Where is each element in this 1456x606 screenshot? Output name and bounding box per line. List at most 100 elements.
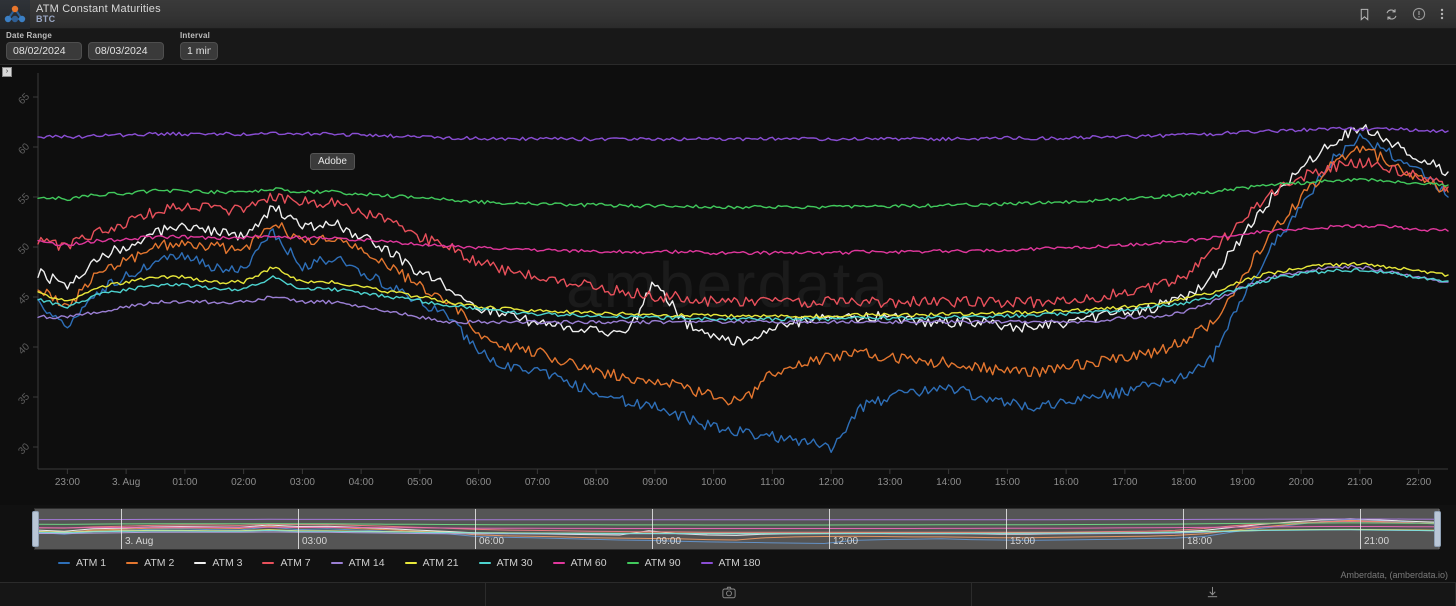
navigator-gridline [829, 509, 830, 549]
legend-item-atm-3[interactable]: ATM 3 [194, 557, 242, 569]
svg-text:65: 65 [16, 91, 32, 107]
header-title-block: ATM Constant Maturities BTC [36, 3, 161, 25]
interval-input[interactable] [180, 42, 218, 60]
navigator-tick-label: 21:00 [1364, 536, 1390, 547]
svg-text:17:00: 17:00 [1112, 477, 1137, 488]
app-header: ATM Constant Maturities BTC [0, 0, 1456, 29]
svg-text:01:00: 01:00 [172, 477, 197, 488]
legend-label: ATM 60 [570, 557, 607, 569]
legend-swatch-icon [126, 562, 139, 564]
chart-navigator[interactable]: 3. Aug 03:00 06:00 09:00 12:00 15:00 18:00 21:0… [32, 508, 1441, 550]
date-inputs-row [6, 42, 164, 60]
navigator-tick-label: 12:00 [833, 536, 859, 547]
svg-text:45: 45 [16, 291, 32, 307]
legend-swatch-icon [404, 562, 417, 564]
chart-plot[interactable]: 65 60 55 50 45 40 35 30 23:00 3. Aug 01:00 02:00 03:… [0, 65, 1456, 505]
screenshot-button[interactable] [486, 583, 972, 606]
legend-label: ATM 7 [280, 557, 311, 569]
navigator-gridline [652, 509, 653, 549]
download-icon [1206, 586, 1219, 604]
info-icon[interactable] [1412, 7, 1426, 21]
navigator-tick-label: 3. Aug [125, 536, 154, 547]
svg-text:35: 35 [16, 391, 32, 407]
navigator-selection-mask[interactable] [35, 509, 1440, 549]
svg-text:04:00: 04:00 [349, 477, 374, 488]
navigator-gridline [121, 509, 122, 549]
svg-text:07:00: 07:00 [525, 477, 550, 488]
navigator-tick-label: 18:00 [1187, 536, 1213, 547]
navigator-gridline [1360, 509, 1361, 549]
svg-text:05:00: 05:00 [407, 477, 432, 488]
refresh-icon[interactable] [1385, 8, 1398, 21]
kebab-menu-icon[interactable] [1440, 7, 1444, 21]
amberdata-molecule-logo [0, 0, 30, 29]
svg-text:18:00: 18:00 [1171, 477, 1196, 488]
legend-label: ATM 90 [644, 557, 681, 569]
svg-text:55: 55 [16, 191, 32, 207]
controls-bar: Date Range Interval [0, 29, 1456, 65]
svg-text:20:00: 20:00 [1289, 477, 1314, 488]
date-range-label: Date Range [6, 31, 53, 40]
legend-item-atm-2[interactable]: ATM 2 [126, 557, 174, 569]
chart-container: › amberdata 65 60 55 50 45 40 35 30 23:00 3. Aug 0… [0, 65, 1456, 505]
legend-label: ATM 21 [422, 557, 459, 569]
svg-text:15:00: 15:00 [995, 477, 1020, 488]
svg-text:50: 50 [16, 241, 32, 257]
svg-text:12:00: 12:00 [819, 477, 844, 488]
legend-label: ATM 180 [718, 557, 761, 569]
series-tooltip-badge[interactable]: Adobe [310, 153, 355, 170]
legend-swatch-icon [330, 562, 343, 564]
navigator-tick-label: 09:00 [656, 536, 682, 547]
chart-credit: Amberdata, (amberdata.io) [1340, 570, 1448, 580]
navigator-gridline [1006, 509, 1007, 549]
navigator-gridline [1183, 509, 1184, 549]
date-range-group: Date Range [6, 31, 164, 60]
legend-label: ATM 14 [348, 557, 385, 569]
navigator-gridline [475, 509, 476, 549]
svg-text:23:00: 23:00 [55, 477, 80, 488]
svg-text:21:00: 21:00 [1347, 477, 1372, 488]
navigator-handle-left[interactable] [32, 511, 39, 547]
download-button[interactable] [972, 583, 1456, 606]
svg-text:11:00: 11:00 [760, 477, 785, 488]
legend-item-atm-21[interactable]: ATM 21 [404, 557, 459, 569]
legend-item-atm-1[interactable]: ATM 1 [58, 557, 106, 569]
date-start-input[interactable] [6, 42, 82, 60]
legend-swatch-icon [58, 562, 70, 564]
header-actions [1358, 7, 1456, 21]
svg-text:14:00: 14:00 [936, 477, 961, 488]
app-root: ATM Constant Maturities BTC Date Range 0… [0, 0, 1456, 606]
navigator-tick-label: 06:00 [479, 536, 505, 547]
legend-swatch-icon [700, 562, 713, 564]
legend-item-atm-90[interactable]: ATM 90 [626, 557, 681, 569]
svg-text:02:00: 02:00 [231, 477, 256, 488]
svg-text:08:00: 08:00 [584, 477, 609, 488]
legend-item-atm-30[interactable]: ATM 30 [478, 557, 533, 569]
svg-text:40: 40 [16, 341, 32, 357]
navigator-handle-right[interactable] [1434, 511, 1441, 547]
legend-item-atm-180[interactable]: ATM 180 [700, 557, 761, 569]
svg-text:09:00: 09:00 [642, 477, 667, 488]
svg-text:06:00: 06:00 [466, 477, 491, 488]
svg-text:16:00: 16:00 [1054, 477, 1079, 488]
svg-text:3. Aug: 3. Aug [112, 477, 140, 488]
legend-item-atm-60[interactable]: ATM 60 [552, 557, 607, 569]
legend-swatch-icon [478, 562, 491, 564]
legend-item-atm-14[interactable]: ATM 14 [330, 557, 385, 569]
svg-text:13:00: 13:00 [877, 477, 902, 488]
svg-text:30: 30 [16, 441, 32, 457]
navigator-gridline [298, 509, 299, 549]
interval-label: Interval [180, 31, 211, 40]
date-end-input[interactable] [88, 42, 164, 60]
legend-swatch-icon [194, 562, 207, 564]
legend-swatch-icon [552, 562, 565, 564]
interval-group: Interval [180, 31, 218, 60]
camera-icon [721, 586, 736, 604]
svg-text:03:00: 03:00 [290, 477, 315, 488]
legend-label: ATM 1 [76, 557, 107, 569]
legend-label: ATM 3 [212, 557, 243, 569]
legend-label: ATM 2 [144, 557, 175, 569]
legend-item-atm-7[interactable]: ATM 7 [262, 557, 311, 569]
bookmark-icon[interactable] [1358, 8, 1371, 21]
svg-text:60: 60 [16, 141, 32, 157]
